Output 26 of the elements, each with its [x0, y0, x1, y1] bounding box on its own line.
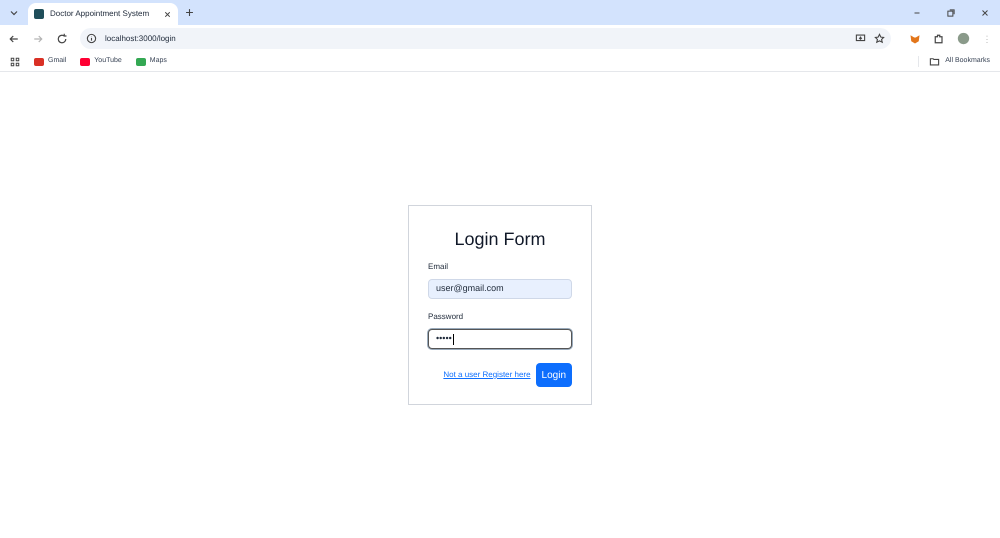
- restore-icon[interactable]: [946, 8, 956, 18]
- avatar-icon[interactable]: [957, 32, 970, 45]
- input-field[interactable]: user@gmail.com: [428, 279, 572, 299]
- reload-icon[interactable]: [56, 32, 68, 44]
- register-link[interactable]: Not a user Register here: [443, 369, 531, 381]
- plus-icon[interactable]: [184, 7, 195, 18]
- input-field[interactable]: •••••: [428, 329, 572, 349]
- puzzle-icon[interactable]: [933, 32, 945, 44]
- browser-tab[interactable]: Doctor Appointment System: [28, 3, 178, 25]
- fox-extension-icon[interactable]: [909, 32, 921, 44]
- login-button[interactable]: Login: [536, 363, 572, 387]
- url-text: localhost:3000/login: [105, 32, 176, 44]
- back-icon[interactable]: [8, 32, 20, 44]
- info-icon[interactable]: [86, 33, 97, 44]
- close-icon[interactable]: [163, 10, 172, 18]
- star-icon[interactable]: [874, 33, 885, 44]
- form-title: Login Form: [453, 228, 547, 251]
- field-label: Email: [428, 261, 450, 273]
- tab-title: Doctor Appointment System: [50, 8, 150, 20]
- apps-icon[interactable]: [10, 56, 20, 66]
- install-icon[interactable]: [855, 33, 866, 44]
- close-icon[interactable]: [980, 8, 990, 18]
- folder-icon[interactable]: [929, 56, 940, 67]
- field-label: Password: [428, 311, 464, 323]
- address-bar[interactable]: localhost:3000/login: [80, 28, 891, 49]
- favicon-icon: [34, 9, 44, 19]
